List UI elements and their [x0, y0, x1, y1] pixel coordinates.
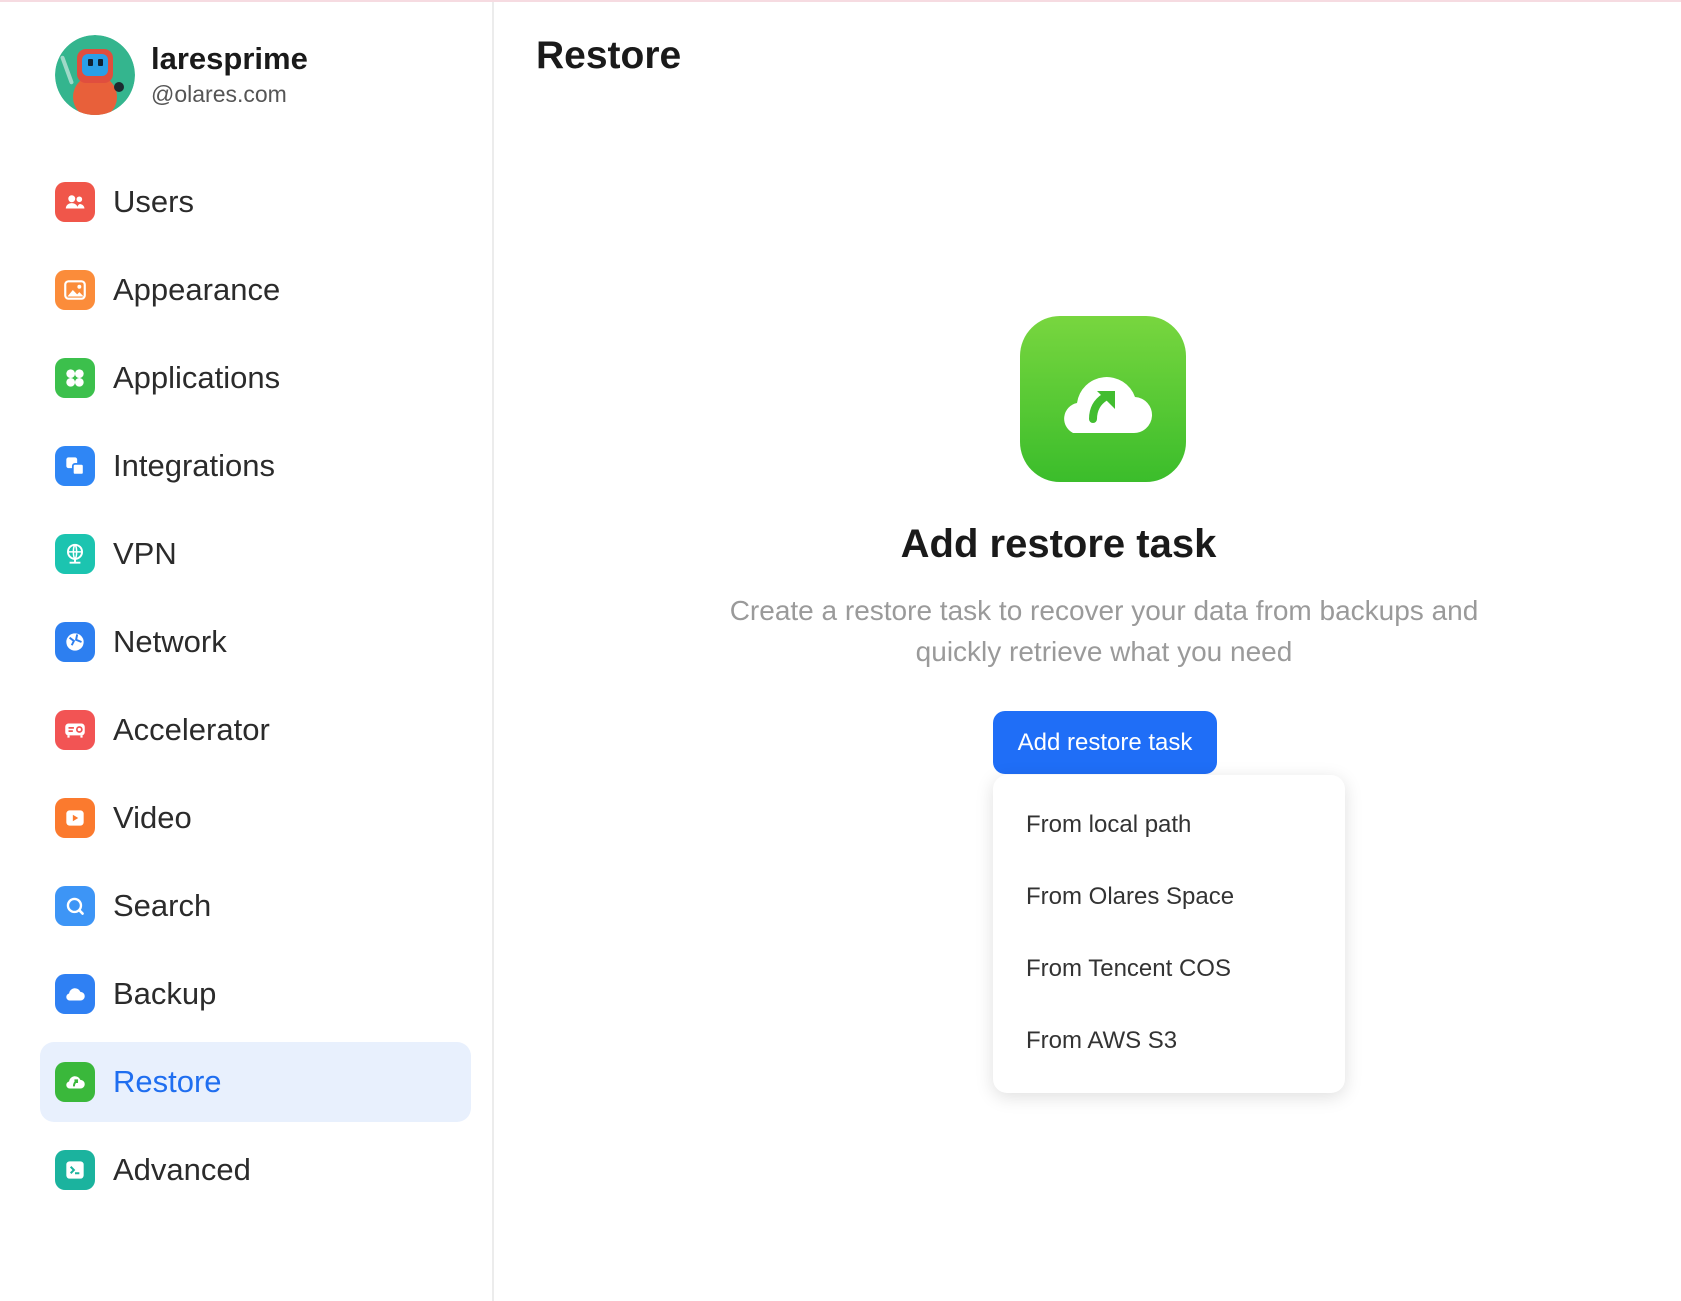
- username: laresprime: [151, 41, 308, 76]
- page-title: Restore: [536, 34, 682, 77]
- menu-item-local-path[interactable]: From local path: [993, 789, 1345, 861]
- sidebar-item-label: Search: [113, 888, 212, 923]
- apps-icon: [55, 358, 95, 398]
- sidebar-item-network[interactable]: Network: [40, 602, 471, 682]
- menu-item-olares-space[interactable]: From Olares Space: [993, 861, 1345, 933]
- sidebar-item-appearance[interactable]: Appearance: [40, 250, 471, 330]
- sidebar-item-accelerator[interactable]: Accelerator: [40, 690, 471, 770]
- settings-nav: Users Appearance Applications Integratio…: [40, 162, 471, 1218]
- search-icon: [55, 886, 95, 926]
- restore-cloud-icon: [55, 1062, 95, 1102]
- cloud-icon: [55, 974, 95, 1014]
- sidebar-item-label: Video: [113, 800, 192, 835]
- menu-item-tencent-cos[interactable]: From Tencent COS: [993, 933, 1345, 1005]
- menu-item-aws-s3[interactable]: From AWS S3: [993, 1005, 1345, 1077]
- sidebar-item-advanced[interactable]: Advanced: [40, 1130, 471, 1210]
- terminal-icon: [55, 1150, 95, 1190]
- profile[interactable]: laresprime @olares.com: [55, 35, 308, 115]
- main-content: Restore Add restore task Create a restor…: [494, 2, 1681, 1301]
- sidebar: laresprime @olares.com Users Appearance …: [0, 2, 494, 1301]
- sidebar-item-label: Integrations: [113, 448, 275, 483]
- empty-state-description: Create a restore task to recover your da…: [729, 595, 1479, 667]
- sidebar-item-backup[interactable]: Backup: [40, 954, 471, 1034]
- sidebar-item-label: Advanced: [113, 1152, 251, 1187]
- sidebar-item-label: Network: [113, 624, 227, 659]
- sidebar-item-search[interactable]: Search: [40, 866, 471, 946]
- video-play-icon: [55, 798, 95, 838]
- sidebar-item-applications[interactable]: Applications: [40, 338, 471, 418]
- sidebar-item-video[interactable]: Video: [40, 778, 471, 858]
- sidebar-item-label: Restore: [113, 1064, 222, 1099]
- users-icon: [55, 182, 95, 222]
- sidebar-item-label: Users: [113, 184, 194, 219]
- sidebar-item-restore[interactable]: Restore: [40, 1042, 471, 1122]
- sidebar-item-users[interactable]: Users: [40, 162, 471, 242]
- image-icon: [55, 270, 95, 310]
- avatar[interactable]: [55, 35, 135, 115]
- vpn-globe-icon: [55, 534, 95, 574]
- user-domain: @olares.com: [151, 81, 287, 107]
- empty-state-title: Add restore task: [900, 522, 1217, 566]
- restore-cloud-icon: [1020, 316, 1186, 482]
- sidebar-item-label: Applications: [113, 360, 281, 395]
- add-restore-task-button[interactable]: Add restore task: [993, 711, 1217, 774]
- sidebar-item-vpn[interactable]: VPN: [40, 514, 471, 594]
- sidebar-item-label: VPN: [113, 536, 177, 571]
- sidebar-item-label: Accelerator: [113, 712, 270, 747]
- sidebar-item-integrations[interactable]: Integrations: [40, 426, 471, 506]
- integrations-icon: [55, 446, 95, 486]
- accelerator-icon: [55, 710, 95, 750]
- restore-source-menu: From local path From Olares Space From T…: [993, 775, 1345, 1093]
- sidebar-item-label: Appearance: [113, 272, 281, 307]
- sidebar-item-label: Backup: [113, 976, 217, 1011]
- network-icon: [55, 622, 95, 662]
